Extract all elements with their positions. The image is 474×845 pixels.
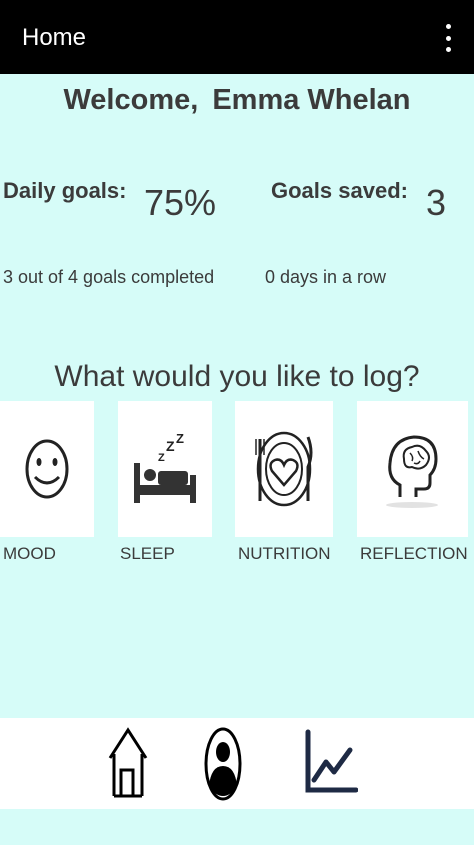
user-name: Emma Whelan — [212, 84, 411, 116]
nav-profile-button[interactable] — [203, 726, 243, 807]
log-nutrition-label: NUTRITION — [238, 544, 331, 563]
log-mood-button[interactable] — [0, 401, 94, 537]
goals-saved-value: 3 — [426, 182, 447, 223]
svg-text:Z: Z — [158, 452, 165, 464]
nav-chart-button[interactable] — [302, 726, 359, 801]
app-bar: Home — [0, 0, 474, 74]
daily-goals-value: 75% — [144, 182, 217, 223]
welcome-greeting: Welcome, — [63, 84, 199, 116]
page-title: Home — [22, 24, 87, 51]
svg-text:Z: Z — [166, 438, 175, 454]
log-nutrition-button[interactable] — [235, 401, 333, 537]
daily-goals-label: Daily goals: — [3, 178, 127, 203]
more-vert-icon[interactable] — [440, 24, 456, 52]
brain-head-icon — [385, 435, 438, 508]
streak-text: 0 days in a row — [265, 267, 387, 287]
home-icon — [108, 727, 148, 798]
log-reflection-button[interactable] — [357, 401, 468, 537]
nav-home-button[interactable] — [104, 726, 152, 805]
svg-text:Z: Z — [176, 431, 184, 446]
log-reflection-label: REFLECTION — [360, 544, 468, 563]
smiley-face-icon — [25, 439, 69, 499]
welcome-heading: Welcome, Emma Whelan — [0, 84, 474, 117]
log-sleep-label: SLEEP — [120, 544, 175, 563]
plate-heart-icon — [255, 431, 313, 507]
log-sleep-button[interactable]: Z Z Z — [118, 401, 212, 537]
log-mood-label: MOOD — [3, 544, 56, 563]
profile-icon — [204, 727, 242, 801]
goals-completed-text: 3 out of 4 goals completed — [3, 267, 215, 287]
goals-saved-label: Goals saved: — [271, 178, 408, 203]
log-title: What would you like to log? — [54, 360, 420, 393]
sleep-bed-icon: Z Z Z — [134, 431, 196, 503]
chart-icon — [305, 729, 359, 793]
bottom-nav — [0, 718, 474, 809]
